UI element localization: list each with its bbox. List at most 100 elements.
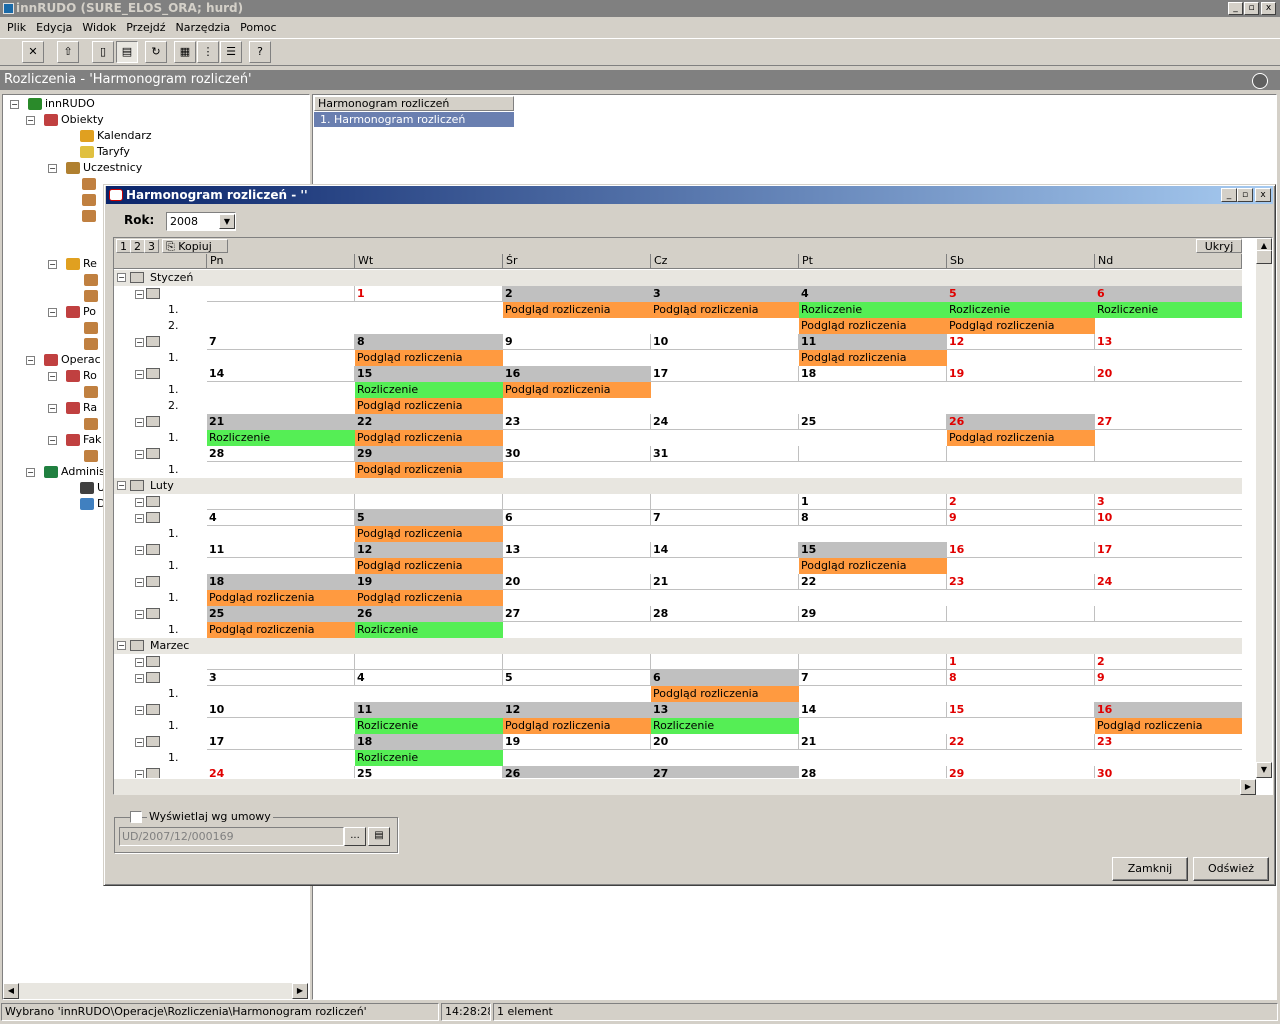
collapse-icon[interactable]: −: [135, 338, 144, 347]
collapse-icon[interactable]: −: [117, 481, 126, 490]
list-header[interactable]: Harmonogram rozliczeń: [314, 96, 514, 111]
schedule-entry[interactable]: Podgląd rozliczenia: [355, 462, 503, 478]
schedule-entry[interactable]: Podgląd rozliczenia: [799, 318, 947, 334]
column-header[interactable]: Wt: [355, 254, 503, 269]
day-cell[interactable]: 28: [207, 446, 355, 462]
schedule-entry[interactable]: Podgląd rozliczenia: [355, 558, 503, 574]
collapse-icon[interactable]: −: [48, 436, 57, 445]
tree-item[interactable]: Kalendarz: [80, 128, 152, 144]
day-cell[interactable]: 15: [355, 366, 503, 382]
day-cell[interactable]: [947, 446, 1095, 462]
day-cell[interactable]: 25: [207, 606, 355, 622]
month-row[interactable]: − Luty: [114, 478, 1242, 494]
column-header[interactable]: Pn: [207, 254, 355, 269]
tree-item[interactable]: Ro: [66, 368, 97, 384]
day-cell[interactable]: 16: [947, 542, 1095, 558]
day-cell[interactable]: 16: [503, 366, 651, 382]
scroll-right-icon[interactable]: ▶: [292, 983, 308, 999]
day-cell[interactable]: [355, 654, 503, 670]
hide-button[interactable]: Ukryj: [1196, 239, 1242, 253]
schedule-entry[interactable]: Rozliczenie: [947, 302, 1095, 318]
collapse-icon[interactable]: −: [135, 498, 144, 507]
day-cell[interactable]: [651, 654, 799, 670]
day-cell[interactable]: 3: [1095, 494, 1242, 510]
day-cell[interactable]: 21: [651, 574, 799, 590]
level-2-button[interactable]: 2: [130, 239, 145, 253]
tree-item[interactable]: Uczestnicy: [66, 160, 142, 176]
collapse-icon[interactable]: −: [48, 260, 57, 269]
day-cell[interactable]: 20: [1095, 366, 1242, 382]
day-cell[interactable]: 30: [503, 446, 651, 462]
collapse-icon[interactable]: −: [48, 308, 57, 317]
scroll-left-icon[interactable]: ◀: [3, 983, 19, 999]
day-cell[interactable]: 2: [947, 494, 1095, 510]
day-cell[interactable]: 13: [1095, 334, 1242, 350]
day-cell[interactable]: 20: [503, 574, 651, 590]
day-cell[interactable]: 13: [651, 702, 799, 718]
day-cell[interactable]: 27: [503, 606, 651, 622]
level-3-button[interactable]: 3: [144, 239, 159, 253]
child-item-icon[interactable]: [84, 338, 98, 350]
menu-pomoc[interactable]: Pomoc: [235, 21, 281, 34]
level-1-button[interactable]: 1: [116, 239, 131, 253]
day-cell[interactable]: 1: [799, 494, 947, 510]
schedule-entry[interactable]: Rozliczenie: [355, 750, 503, 766]
day-cell[interactable]: 4: [355, 670, 503, 686]
schedule-entry[interactable]: Podgląd rozliczenia: [503, 302, 651, 318]
copy-button[interactable]: ⎘ Kopiuj: [162, 239, 228, 253]
collapse-icon[interactable]: −: [10, 100, 19, 109]
day-cell[interactable]: 1: [355, 286, 503, 302]
day-cell[interactable]: 9: [503, 334, 651, 350]
child-item-icon[interactable]: [82, 178, 96, 190]
tree-item[interactable]: Ra: [66, 400, 97, 416]
contract-details-icon[interactable]: ▤: [368, 827, 390, 846]
help-icon[interactable]: ?: [249, 41, 271, 63]
collapse-icon[interactable]: −: [135, 546, 144, 555]
scroll-down-icon[interactable]: ▼: [1256, 762, 1272, 778]
schedule-entry[interactable]: Podgląd rozliczenia: [651, 686, 799, 702]
child-item-icon[interactable]: [82, 210, 96, 222]
day-cell[interactable]: 18: [207, 574, 355, 590]
day-cell[interactable]: 16: [1095, 702, 1242, 718]
refresh-button[interactable]: Odśwież: [1193, 857, 1269, 881]
delete-icon[interactable]: ✕: [22, 41, 44, 63]
day-cell[interactable]: 5: [355, 510, 503, 526]
collapse-icon[interactable]: −: [117, 273, 126, 282]
tree-horizontal-scrollbar[interactable]: ◀ ▶: [3, 983, 308, 999]
close-button[interactable]: x: [1261, 2, 1276, 15]
day-cell[interactable]: 6: [651, 670, 799, 686]
browse-button[interactable]: ...: [344, 827, 366, 846]
child-item-icon[interactable]: [84, 322, 98, 334]
day-cell[interactable]: 11: [799, 334, 947, 350]
collapse-icon[interactable]: −: [135, 674, 144, 683]
day-cell[interactable]: 18: [799, 366, 947, 382]
day-cell[interactable]: 17: [1095, 542, 1242, 558]
column-header[interactable]: Cz: [651, 254, 799, 269]
child-item-icon[interactable]: [84, 274, 98, 286]
collapse-icon[interactable]: −: [48, 164, 57, 173]
collapse-icon[interactable]: −: [135, 706, 144, 715]
day-cell[interactable]: 22: [947, 734, 1095, 750]
collapse-icon[interactable]: −: [135, 738, 144, 747]
day-cell[interactable]: 2: [1095, 654, 1242, 670]
day-cell[interactable]: 26: [503, 766, 651, 778]
day-cell[interactable]: 11: [355, 702, 503, 718]
day-cell[interactable]: 21: [207, 414, 355, 430]
schedule-entry[interactable]: Podgląd rozliczenia: [355, 398, 503, 414]
day-cell[interactable]: [799, 446, 947, 462]
schedule-entry[interactable]: Rozliczenie: [207, 430, 355, 446]
collapse-icon[interactable]: −: [135, 610, 144, 619]
dialog-minimize-button[interactable]: _: [1221, 188, 1237, 202]
scroll-right-icon[interactable]: ▶: [1240, 779, 1256, 795]
schedule-entry[interactable]: Podgląd rozliczenia: [355, 350, 503, 366]
collapse-icon[interactable]: −: [135, 514, 144, 523]
contract-field[interactable]: UD/2007/12/000169: [119, 827, 344, 846]
day-cell[interactable]: 29: [799, 606, 947, 622]
day-cell[interactable]: 7: [651, 510, 799, 526]
day-cell[interactable]: 14: [651, 542, 799, 558]
menu-widok[interactable]: Widok: [77, 21, 121, 34]
day-cell[interactable]: 10: [651, 334, 799, 350]
day-cell[interactable]: 4: [799, 286, 947, 302]
grid-vertical-scrollbar[interactable]: ▲ ▼: [1256, 238, 1272, 778]
day-cell[interactable]: 28: [651, 606, 799, 622]
